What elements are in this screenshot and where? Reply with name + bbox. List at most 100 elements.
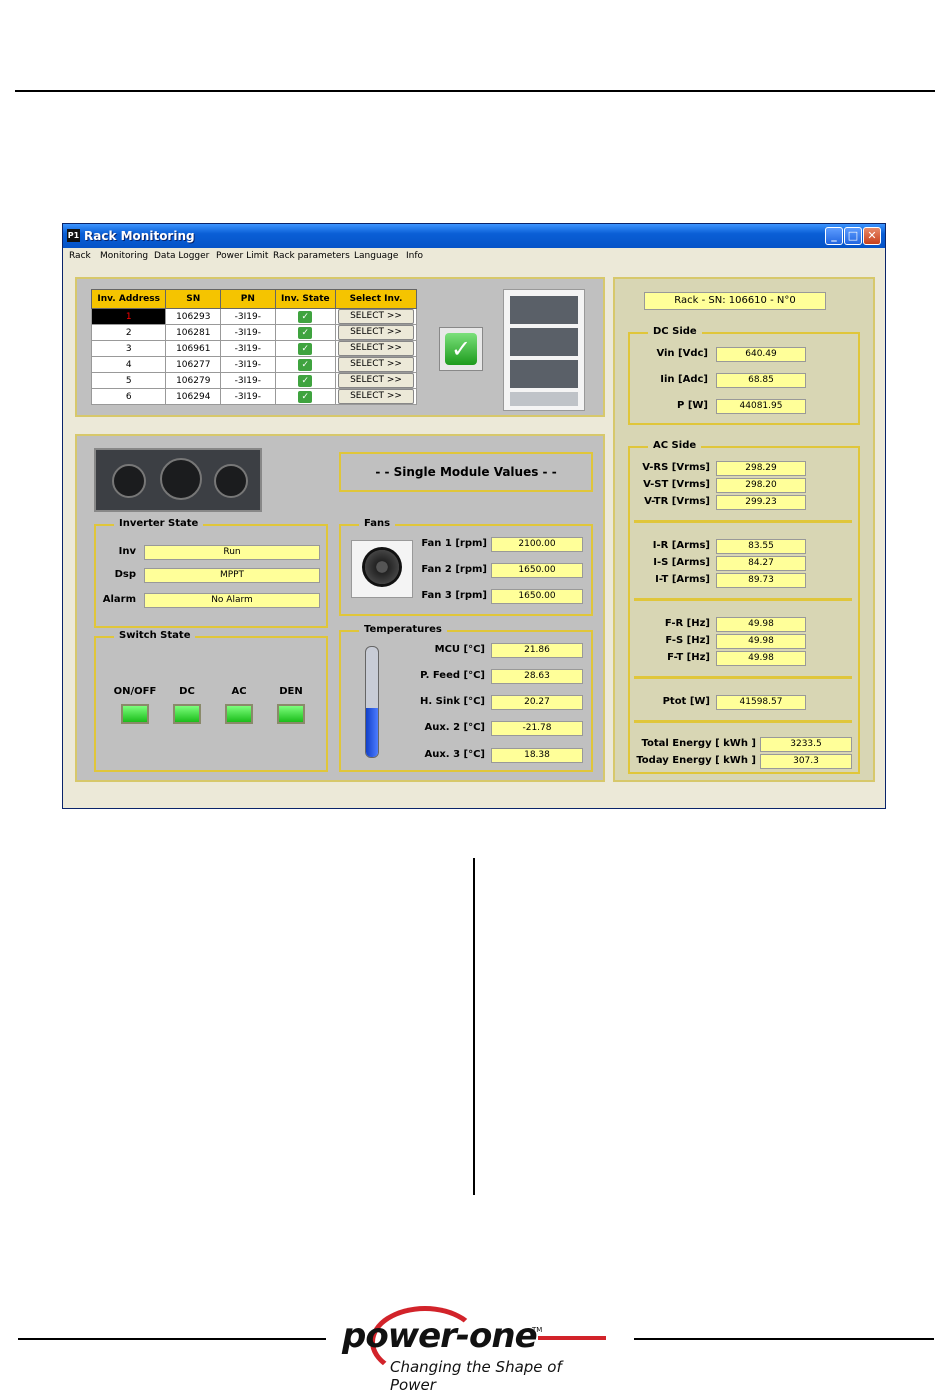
sn-cell: 106277 <box>165 356 222 373</box>
it-label: I-T [Arms] <box>655 574 710 585</box>
p-label: P [W] <box>677 400 708 411</box>
title-bar[interactable]: P1 Rack Monitoring _ □ ✕ <box>63 224 885 248</box>
inverter-state-group: Inverter State Inv Run Dsp MPPT Alarm No… <box>94 518 328 628</box>
footer-rule-left <box>18 1338 326 1340</box>
header-rule <box>15 90 935 92</box>
vin-value: 640.49 <box>716 347 806 362</box>
menu-language[interactable]: Language <box>354 251 398 261</box>
table-row[interactable]: 1 106293 -3I19- ✓ SELECT >> <box>90 308 417 325</box>
it-value: 89.73 <box>716 573 806 588</box>
switch-ac-label: AC <box>231 686 247 697</box>
ac-side-group: AC Side V-RS [Vrms] 298.29 V-ST [Vrms] 2… <box>628 440 860 774</box>
single-module-title: - - Single Module Values - - <box>339 452 593 492</box>
select-cell: SELECT >> <box>335 388 417 405</box>
table-row[interactable]: 5 106279 -3I19- ✓ SELECT >> <box>90 372 417 389</box>
table-row[interactable]: 2 106281 -3I19- ✓ SELECT >> <box>90 324 417 341</box>
select-cell: SELECT >> <box>335 324 417 341</box>
confirm-check-button[interactable]: ✓ <box>439 327 483 371</box>
menu-monitoring[interactable]: Monitoring <box>100 251 148 261</box>
close-icon[interactable]: ✕ <box>863 227 881 245</box>
pfeed-temp-label: P. Feed [°C] <box>420 670 485 681</box>
fan1-value: 2100.00 <box>491 537 583 552</box>
select-inverter-button[interactable]: SELECT >> <box>338 325 415 340</box>
temperatures-title: Temperatures <box>359 624 447 635</box>
select-inverter-button[interactable]: SELECT >> <box>338 389 415 404</box>
select-inverter-button[interactable]: SELECT >> <box>338 309 415 324</box>
col-pn: PN <box>220 289 276 309</box>
p-value: 44081.95 <box>716 399 806 414</box>
inv-address-cell: 3 <box>90 340 167 357</box>
aux2-temp-value: -21.78 <box>491 721 583 736</box>
col-sn: SN <box>165 289 222 309</box>
iin-value: 68.85 <box>716 373 806 388</box>
dsp-label: Dsp <box>114 569 136 580</box>
sn-cell: 106279 <box>165 372 222 389</box>
inverter-module-image <box>94 448 262 512</box>
select-cell: SELECT >> <box>335 340 417 357</box>
check-icon: ✓ <box>298 342 313 355</box>
menu-data-logger[interactable]: Data Logger <box>154 251 209 261</box>
rack-values-panel: Rack - SN: 106610 - N°0 DC Side Vin [Vdc… <box>613 277 875 782</box>
check-icon: ✓ <box>445 333 477 365</box>
pn-cell: -3I19- <box>220 340 276 357</box>
fr-label: F-R [Hz] <box>664 618 710 629</box>
rack-image <box>503 289 585 411</box>
inverter-table: Inv. Address SN PN Inv. State Select Inv… <box>90 289 417 405</box>
dc-side-title: DC Side <box>648 326 702 337</box>
select-cell: SELECT >> <box>335 308 417 325</box>
today-energy-label: Today Energy [ kWh ] <box>636 755 756 766</box>
thermometer <box>365 646 379 758</box>
pn-cell: -3I19- <box>220 356 276 373</box>
total-energy-label: Total Energy [ kWh ] <box>641 738 756 749</box>
dc-side-group: DC Side Vin [Vdc] 640.49 Iin [Adc] 68.85… <box>628 326 860 425</box>
thermometer-fill <box>366 707 378 757</box>
maximize-icon[interactable]: □ <box>844 227 862 245</box>
vst-label: V-ST [Vrms] <box>643 479 710 490</box>
menu-power-limit[interactable]: Power Limit <box>216 251 268 261</box>
is-value: 84.27 <box>716 556 806 571</box>
divider <box>634 520 852 523</box>
switch-den-label: DEN <box>279 686 303 697</box>
inv-address-cell: 6 <box>90 388 167 405</box>
select-inverter-button[interactable]: SELECT >> <box>338 357 415 372</box>
aux3-temp-value: 18.38 <box>491 748 583 763</box>
menu-rack[interactable]: Rack <box>69 251 91 261</box>
pfeed-temp-value: 28.63 <box>491 669 583 684</box>
minimize-icon[interactable]: _ <box>825 227 843 245</box>
vrs-label: V-RS [Vrms] <box>642 462 710 473</box>
inv-address-cell: 5 <box>90 372 167 389</box>
power-one-logo: power-one TM Changing the Shape of Power <box>340 1304 612 1394</box>
mcu-temp-value: 21.86 <box>491 643 583 658</box>
logo-brand: power-one <box>342 1316 538 1356</box>
divider <box>634 676 852 679</box>
window-title: Rack Monitoring <box>84 229 195 243</box>
switch-dc-label: DC <box>179 686 195 697</box>
total-energy-value: 3233.5 <box>760 737 852 752</box>
fs-label: F-S [Hz] <box>665 635 710 646</box>
select-inverter-button[interactable]: SELECT >> <box>338 373 415 388</box>
single-module-panel: - - Single Module Values - - Inverter St… <box>75 434 605 782</box>
pn-cell: -3I19- <box>220 388 276 405</box>
inv-state-cell: ✓ <box>274 308 337 325</box>
hsink-temp-value: 20.27 <box>491 695 583 710</box>
select-inverter-button[interactable]: SELECT >> <box>338 341 415 356</box>
ptot-label: Ptot [W] <box>662 696 710 707</box>
fan2-label: Fan 2 [rpm] <box>421 564 487 575</box>
inv-state-cell: ✓ <box>274 372 337 389</box>
menu-bar: Rack Monitoring Data Logger Power Limit … <box>63 248 885 266</box>
table-row[interactable]: 6 106294 -3I19- ✓ SELECT >> <box>90 388 417 405</box>
footer-rule-right <box>634 1338 934 1340</box>
check-icon: ✓ <box>298 374 313 387</box>
rack-monitoring-window: P1 Rack Monitoring _ □ ✕ Rack Monitoring… <box>62 223 886 809</box>
switch-on-off-label: ON/OFF <box>113 686 157 697</box>
switch-state-group: Switch State ON/OFF DC AC DEN <box>94 630 328 772</box>
menu-rack-parameters[interactable]: Rack parameters <box>273 251 350 261</box>
menu-info[interactable]: Info <box>406 251 423 261</box>
check-icon: ✓ <box>298 310 313 323</box>
logo-trademark: TM <box>532 1326 543 1334</box>
ac-side-title: AC Side <box>648 440 702 451</box>
dc-led <box>173 704 201 724</box>
table-row[interactable]: 4 106277 -3I19- ✓ SELECT >> <box>90 356 417 373</box>
select-cell: SELECT >> <box>335 356 417 373</box>
table-row[interactable]: 3 106961 -3I19- ✓ SELECT >> <box>90 340 417 357</box>
